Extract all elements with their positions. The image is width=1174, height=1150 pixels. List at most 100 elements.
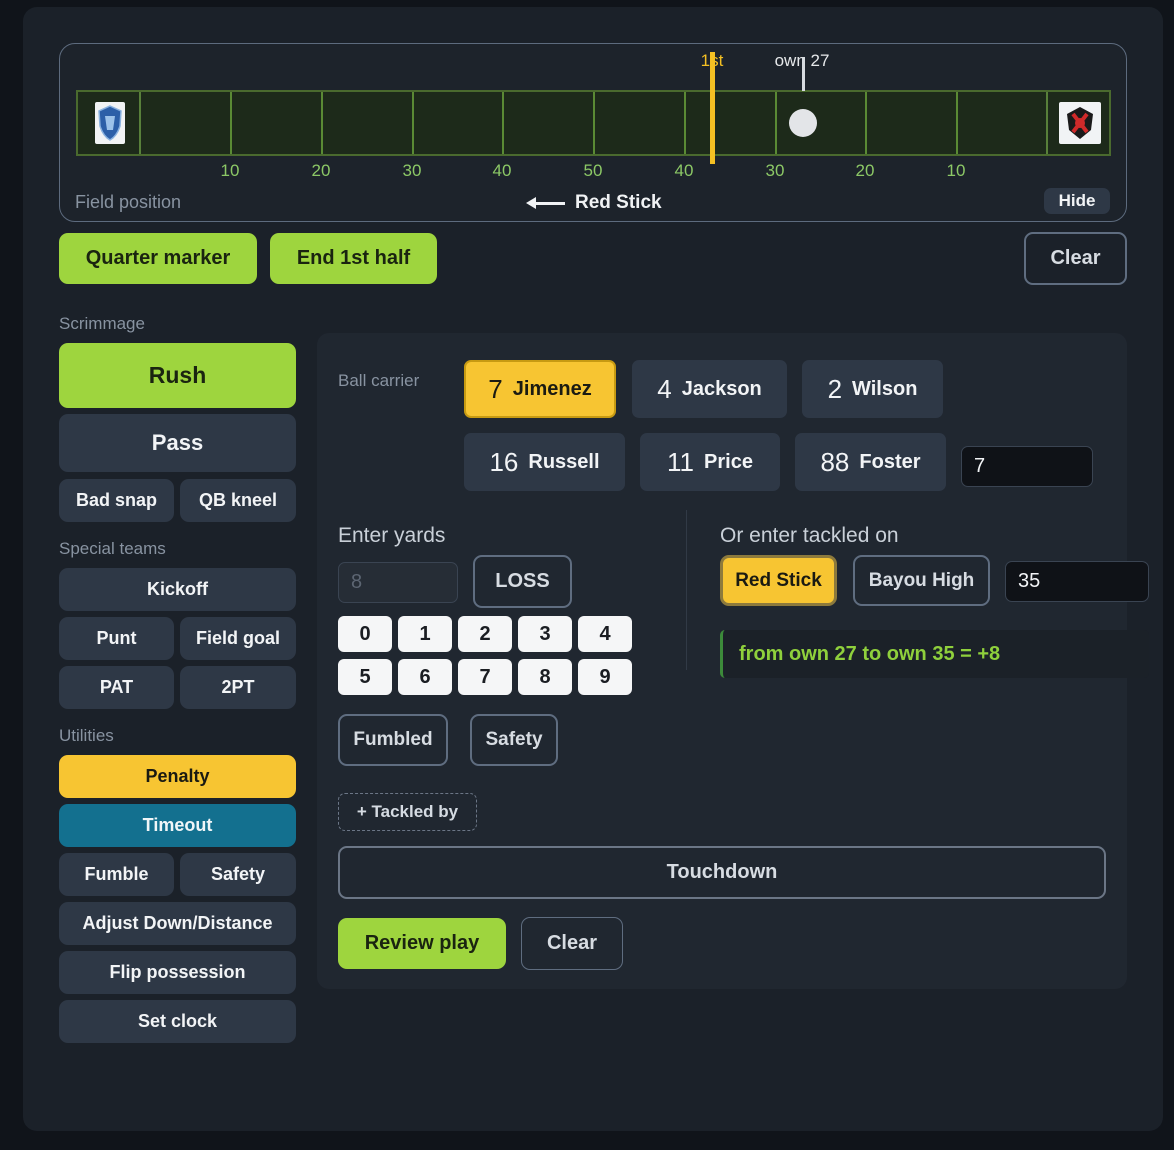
key-8[interactable]: 8 bbox=[518, 659, 572, 695]
player-name: Jackson bbox=[681, 377, 762, 400]
play-entry-app: 1st own 27 bbox=[23, 7, 1163, 1131]
football-field[interactable] bbox=[76, 52, 1111, 164]
player-button[interactable]: 11 Price bbox=[640, 433, 780, 491]
end-half-button[interactable]: End 1st half bbox=[270, 233, 437, 284]
player-name: Russell bbox=[528, 450, 600, 473]
yard-line bbox=[865, 92, 867, 154]
player-name: Price bbox=[704, 450, 753, 473]
yard-number: 10 bbox=[220, 161, 240, 180]
add-tackler-button[interactable]: + Tackled by bbox=[338, 793, 477, 831]
team-bayou-high-button[interactable]: Bayou High bbox=[853, 555, 990, 606]
red-dragon-logo bbox=[1059, 102, 1101, 144]
player-button[interactable]: 2 Wilson bbox=[802, 360, 943, 418]
ball-carrier-label: Ball carrier bbox=[338, 371, 420, 390]
pass-button[interactable]: Pass bbox=[59, 414, 296, 472]
player-number: 7 bbox=[488, 373, 503, 404]
yard-line bbox=[321, 92, 323, 154]
penalty-button[interactable]: Penalty bbox=[59, 755, 296, 798]
clear-all-button[interactable]: Clear bbox=[1024, 232, 1127, 285]
player-name: Jimenez bbox=[512, 377, 592, 400]
flip-possession-button[interactable]: Flip possession bbox=[59, 951, 296, 994]
yard-number: 40 bbox=[492, 161, 512, 180]
touchdown-button[interactable]: Touchdown bbox=[338, 846, 1106, 899]
yard-line bbox=[956, 92, 958, 154]
tackled-on-label: Or enter tackled on bbox=[720, 524, 899, 547]
loss-button[interactable]: LOSS bbox=[473, 555, 572, 608]
review-play-button[interactable]: Review play bbox=[338, 918, 506, 969]
punt-button[interactable]: Punt bbox=[59, 617, 174, 660]
quarter-marker-button[interactable]: Quarter marker bbox=[59, 233, 257, 284]
safety-button[interactable]: Safety bbox=[180, 853, 296, 896]
yardage-result: from own 27 to own 35 = +8 bbox=[720, 630, 1149, 678]
key-6[interactable]: 6 bbox=[398, 659, 452, 695]
key-5[interactable]: 5 bbox=[338, 659, 392, 695]
pat-button[interactable]: PAT bbox=[59, 666, 174, 709]
enter-yards-label: Enter yards bbox=[338, 524, 446, 547]
player-number: 88 bbox=[820, 446, 850, 477]
player-number: 16 bbox=[489, 446, 519, 477]
fumble-button[interactable]: Fumble bbox=[59, 853, 174, 896]
key-1[interactable]: 1 bbox=[398, 616, 452, 652]
play-details-panel: Ball carrier 7 Jimenez 4 Jackson 2 Wilso… bbox=[317, 333, 1149, 989]
team-red-stick-button[interactable]: Red Stick bbox=[720, 555, 837, 606]
key-4[interactable]: 4 bbox=[578, 616, 632, 652]
field-position-caption: Field position bbox=[75, 192, 182, 212]
right-endzone bbox=[1046, 92, 1109, 154]
player-name: Wilson bbox=[852, 377, 918, 400]
player-button[interactable]: 16 Russell bbox=[464, 433, 625, 491]
first-down-marker bbox=[710, 52, 715, 164]
yard-line bbox=[593, 92, 595, 154]
two-point-button[interactable]: 2PT bbox=[180, 666, 296, 709]
yard-number: 30 bbox=[765, 161, 785, 180]
yard-line bbox=[412, 92, 414, 154]
yard-line bbox=[230, 92, 232, 154]
kickoff-button[interactable]: Kickoff bbox=[59, 568, 296, 611]
yard-number: 10 bbox=[946, 161, 966, 180]
ball-carrier-number-input[interactable]: 7 bbox=[961, 446, 1093, 487]
yard-number: 20 bbox=[311, 161, 331, 180]
key-2[interactable]: 2 bbox=[458, 616, 512, 652]
ball-marker-stem bbox=[802, 57, 805, 91]
adjust-down-distance-button[interactable]: Adjust Down/Distance bbox=[59, 902, 296, 945]
yard-number: 30 bbox=[402, 161, 422, 180]
yard-number: 50 bbox=[583, 161, 603, 180]
yard-line bbox=[684, 92, 686, 154]
hide-field-button[interactable]: Hide bbox=[1044, 188, 1110, 214]
yard-line bbox=[775, 92, 777, 154]
timeout-button[interactable]: Timeout bbox=[59, 804, 296, 847]
fumbled-button[interactable]: Fumbled bbox=[338, 714, 448, 766]
player-button[interactable]: 88 Foster bbox=[795, 433, 946, 491]
player-button-selected[interactable]: 7 Jimenez bbox=[464, 360, 616, 418]
blue-knight-logo bbox=[95, 102, 125, 144]
qb-kneel-button[interactable]: QB kneel bbox=[180, 479, 296, 522]
yards-input[interactable]: 8 bbox=[338, 562, 458, 603]
player-button[interactable]: 4 Jackson bbox=[632, 360, 787, 418]
possession-direction: Red Stick bbox=[526, 192, 662, 214]
special-teams-label: Special teams bbox=[59, 539, 166, 558]
key-3[interactable]: 3 bbox=[518, 616, 572, 652]
set-clock-button[interactable]: Set clock bbox=[59, 1000, 296, 1043]
tackled-on-input[interactable]: 35 bbox=[1005, 561, 1149, 602]
field-goal-button[interactable]: Field goal bbox=[180, 617, 296, 660]
key-7[interactable]: 7 bbox=[458, 659, 512, 695]
section-divider bbox=[686, 510, 687, 670]
utilities-label: Utilities bbox=[59, 726, 114, 745]
key-9[interactable]: 9 bbox=[578, 659, 632, 695]
yard-number: 20 bbox=[855, 161, 875, 180]
key-0[interactable]: 0 bbox=[338, 616, 392, 652]
bad-snap-button[interactable]: Bad snap bbox=[59, 479, 174, 522]
player-number: 2 bbox=[827, 373, 843, 404]
play-safety-button[interactable]: Safety bbox=[470, 714, 558, 766]
ball-marker[interactable] bbox=[789, 109, 817, 137]
field-position-panel: 1st own 27 bbox=[59, 43, 1127, 222]
player-name: Foster bbox=[859, 450, 921, 473]
player-number: 4 bbox=[657, 373, 672, 404]
left-endzone bbox=[78, 92, 141, 154]
scrimmage-label: Scrimmage bbox=[59, 314, 145, 333]
clear-play-button[interactable]: Clear bbox=[521, 917, 623, 970]
yard-number: 40 bbox=[674, 161, 694, 180]
player-number: 11 bbox=[667, 446, 695, 477]
rush-button[interactable]: Rush bbox=[59, 343, 296, 408]
yard-line bbox=[502, 92, 504, 154]
possession-team: Red Stick bbox=[575, 192, 662, 213]
